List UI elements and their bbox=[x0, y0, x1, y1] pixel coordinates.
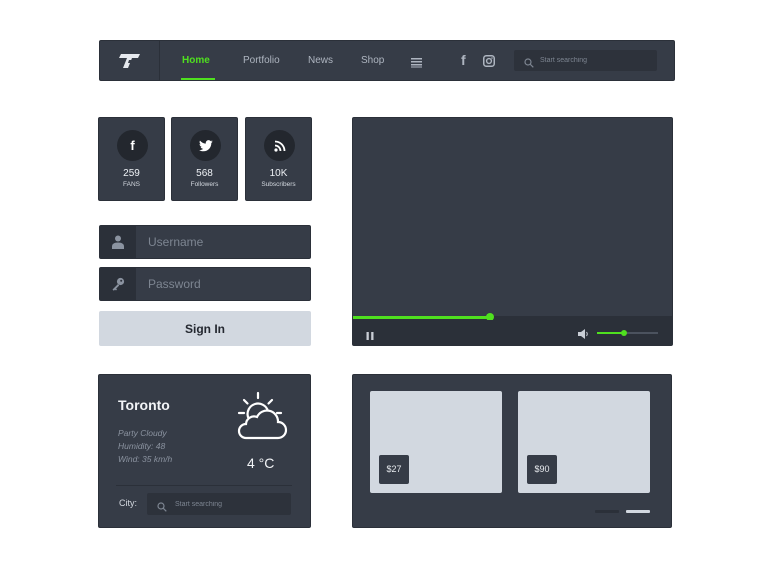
nav-search bbox=[514, 50, 657, 71]
nav-bar: Home Portfolio News Shop f bbox=[99, 40, 675, 81]
volume-fill bbox=[597, 332, 624, 334]
nav-link-portfolio[interactable]: Portfolio bbox=[243, 41, 280, 80]
price-badge: $90 bbox=[527, 455, 557, 484]
sign-in-button[interactable]: Sign In bbox=[99, 311, 311, 346]
social-caption: Followers bbox=[190, 181, 219, 188]
instagram-icon[interactable] bbox=[483, 54, 495, 67]
city-label: City: bbox=[119, 498, 137, 508]
logo-icon[interactable] bbox=[110, 49, 150, 73]
volume-handle[interactable] bbox=[621, 330, 627, 336]
city-search bbox=[147, 493, 291, 515]
key-icon bbox=[100, 268, 136, 300]
weather-divider bbox=[116, 485, 292, 486]
weather-temperature: 4 °C bbox=[247, 455, 275, 471]
nav-separator bbox=[159, 41, 160, 80]
weather-condition: Party Cloudy bbox=[118, 428, 167, 438]
video-controls bbox=[353, 320, 672, 345]
social-count: 259 bbox=[123, 168, 140, 179]
nav-link-home[interactable]: Home bbox=[182, 41, 210, 80]
social-tile-facebook[interactable]: f 259 FANS bbox=[98, 117, 165, 201]
social-tile-twitter[interactable]: 568 Followers bbox=[171, 117, 238, 201]
twitter-icon bbox=[190, 130, 221, 161]
weather-humidity: Humidity: 48 bbox=[118, 441, 166, 451]
facebook-icon: f bbox=[117, 130, 148, 161]
nav-search-input[interactable] bbox=[540, 50, 650, 71]
menu-icon[interactable] bbox=[411, 55, 422, 68]
slider-dot-1[interactable] bbox=[595, 510, 619, 513]
weather-wind: Wind: 35 km/h bbox=[118, 454, 173, 464]
password-input[interactable] bbox=[148, 268, 303, 300]
search-icon bbox=[157, 499, 167, 512]
product-slider: $27 $90 bbox=[352, 374, 672, 528]
social-caption: FANS bbox=[123, 181, 140, 188]
username-field bbox=[99, 225, 311, 259]
partly-cloudy-icon bbox=[234, 390, 290, 442]
weather-city: Toronto bbox=[118, 397, 170, 413]
social-caption: Subscribers bbox=[261, 181, 296, 188]
city-search-input[interactable] bbox=[175, 493, 285, 515]
volume-icon[interactable] bbox=[578, 327, 590, 339]
slider-dot-2[interactable] bbox=[626, 510, 650, 513]
video-progress-fill bbox=[353, 316, 490, 319]
video-player[interactable] bbox=[352, 117, 673, 346]
nav-active-indicator bbox=[181, 78, 215, 80]
social-tile-rss[interactable]: 10K Subscribers bbox=[245, 117, 312, 201]
social-count: 568 bbox=[196, 168, 213, 179]
nav-link-news[interactable]: News bbox=[308, 41, 333, 80]
product-card[interactable]: $27 bbox=[370, 391, 502, 493]
weather-card: Toronto Party Cloudy Humidity: 48 Wind: … bbox=[98, 374, 311, 528]
product-card[interactable]: $90 bbox=[518, 391, 650, 493]
price-badge: $27 bbox=[379, 455, 409, 484]
rss-icon bbox=[264, 130, 295, 161]
social-count: 10K bbox=[269, 168, 288, 179]
nav-link-shop[interactable]: Shop bbox=[361, 41, 384, 80]
pause-icon[interactable] bbox=[365, 328, 375, 340]
username-input[interactable] bbox=[148, 226, 303, 258]
user-icon bbox=[100, 226, 136, 258]
password-field bbox=[99, 267, 311, 301]
search-icon bbox=[524, 55, 534, 68]
facebook-icon[interactable]: f bbox=[461, 52, 466, 68]
